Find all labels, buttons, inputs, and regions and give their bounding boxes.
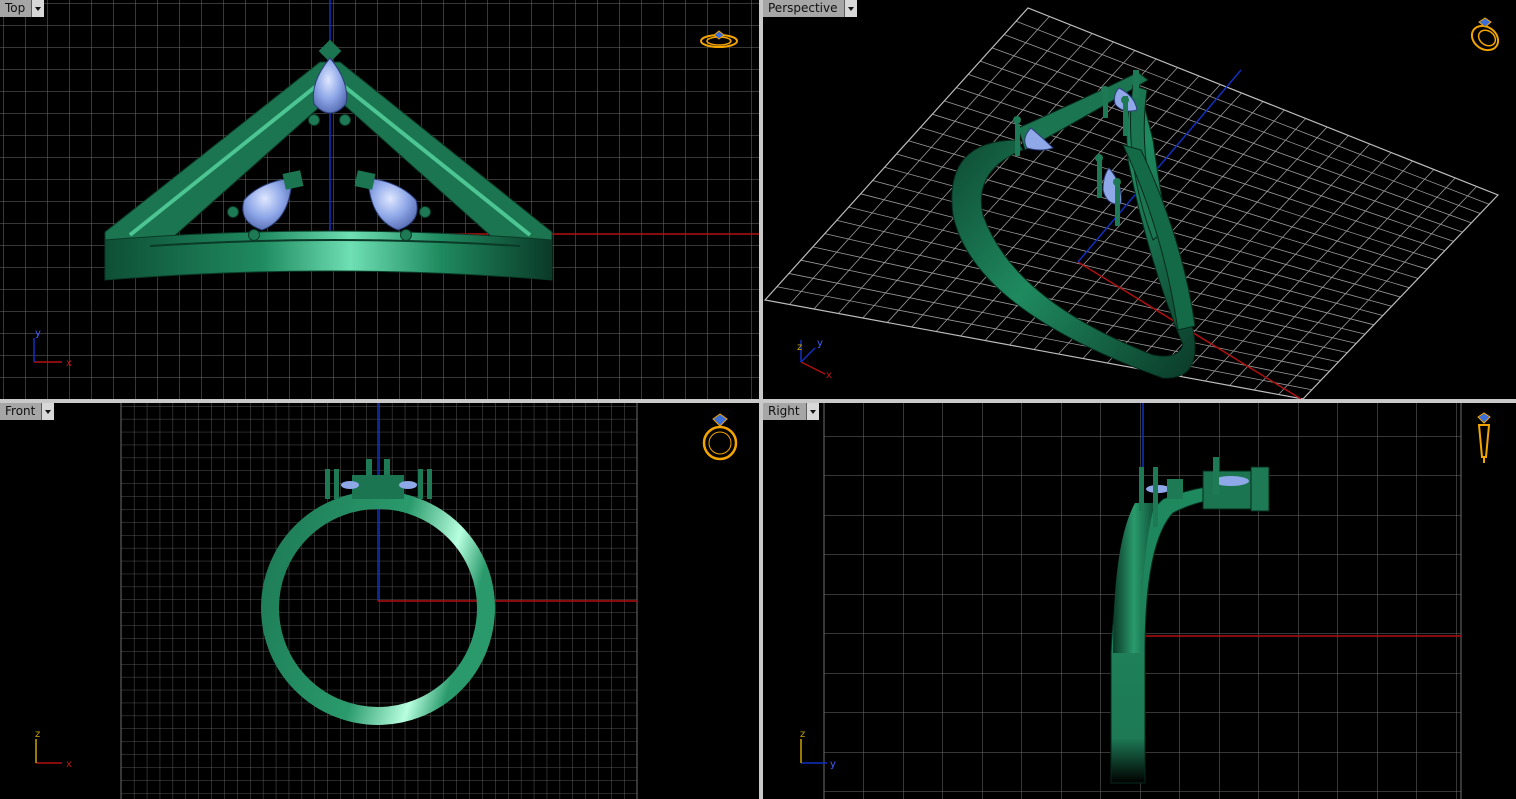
- grid-border: [763, 7, 1500, 399]
- viewport-right[interactable]: y z Right: [763, 403, 1516, 799]
- chevron-down-icon[interactable]: [805, 403, 819, 420]
- viewport-label[interactable]: Top: [0, 0, 32, 17]
- perspective-view-canvas[interactable]: x y z: [763, 0, 1516, 399]
- ring-navigation-icon[interactable]: [1473, 411, 1495, 465]
- axis-z-label: z: [797, 342, 802, 353]
- grid-line: [1180, 152, 1392, 377]
- viewport-label[interactable]: Perspective: [763, 0, 844, 17]
- grid-line: [1278, 186, 1477, 395]
- viewport-title-front[interactable]: Front: [0, 403, 55, 420]
- grid-line: [1204, 160, 1413, 382]
- axis-y-label: y: [817, 338, 823, 349]
- front-view-canvas[interactable]: x z: [0, 403, 759, 799]
- ring-navigation-icon[interactable]: [698, 28, 740, 54]
- chevron-down-icon[interactable]: [31, 0, 45, 17]
- viewport-label[interactable]: Right: [763, 403, 806, 420]
- ring-navigation-icon[interactable]: [1465, 16, 1505, 56]
- viewport-top[interactable]: x y Top: [0, 0, 759, 399]
- viewport-perspective[interactable]: x y z Perspective: [763, 0, 1516, 399]
- grid-line: [991, 47, 1472, 224]
- chevron-down-icon[interactable]: [41, 403, 55, 420]
- axis-y-label: y: [35, 328, 41, 339]
- right-view-canvas[interactable]: y z: [763, 403, 1516, 799]
- chevron-down-icon[interactable]: [843, 0, 857, 17]
- axis-x-label: x: [826, 370, 832, 381]
- viewport-title-right[interactable]: Right: [763, 403, 819, 420]
- axis-y-label: y: [830, 759, 836, 770]
- viewport-label[interactable]: Front: [0, 403, 42, 420]
- axis-x-label: x: [66, 358, 72, 369]
- grid-line: [1229, 169, 1435, 386]
- viewport-title-top[interactable]: Top: [0, 0, 45, 17]
- ring-navigation-icon[interactable]: [700, 413, 740, 463]
- axis-indicator: x z: [35, 729, 72, 770]
- top-view-canvas[interactable]: x y: [0, 0, 759, 399]
- viewport-front[interactable]: x z Front: [0, 403, 759, 799]
- viewport-title-perspective[interactable]: Perspective: [763, 0, 857, 17]
- axis-z-label: z: [35, 729, 40, 740]
- grid-line: [980, 60, 1463, 233]
- axis-indicator: x y z: [797, 338, 832, 381]
- grid-line: [1253, 177, 1456, 391]
- axis-z-label: z: [800, 729, 805, 740]
- axis-x-label: x: [66, 759, 72, 770]
